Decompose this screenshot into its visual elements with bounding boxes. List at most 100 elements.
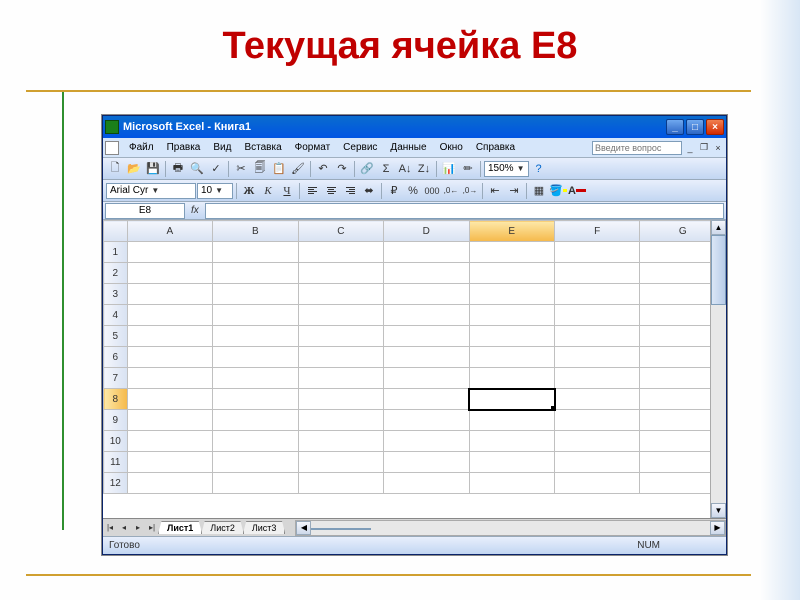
menu-help[interactable]: Справка [470, 140, 521, 155]
increase-decimal-icon[interactable]: ,0← [442, 182, 460, 200]
cell-F3[interactable] [555, 284, 640, 305]
align-left-icon[interactable] [303, 182, 321, 200]
drawing-icon[interactable]: ✏ [459, 160, 477, 178]
cell-A11[interactable] [127, 452, 212, 473]
cell-C1[interactable] [298, 242, 383, 263]
cell-B2[interactable] [213, 263, 298, 284]
print-preview-icon[interactable]: 🔍 [188, 160, 206, 178]
column-header-A[interactable]: A [127, 221, 212, 242]
mdi-restore-button[interactable]: ❐ [698, 142, 710, 154]
percent-icon[interactable]: % [404, 182, 422, 200]
sort-asc-icon[interactable]: A↓ [396, 160, 414, 178]
autosum-icon[interactable]: Σ [377, 160, 395, 178]
help-icon[interactable]: ? [530, 160, 548, 178]
cell-F12[interactable] [555, 473, 640, 494]
cell-F4[interactable] [555, 305, 640, 326]
cell-B4[interactable] [213, 305, 298, 326]
cell-E5[interactable] [469, 326, 554, 347]
borders-icon[interactable]: ▦ [530, 182, 548, 200]
redo-icon[interactable]: ↷ [333, 160, 351, 178]
vertical-scrollbar[interactable]: ▲ ▼ [710, 220, 726, 518]
column-header-C[interactable]: C [298, 221, 383, 242]
cell-E1[interactable] [469, 242, 554, 263]
cut-icon[interactable]: ✂ [232, 160, 250, 178]
cell-C8[interactable] [298, 389, 383, 410]
increase-indent-icon[interactable]: ⇥ [505, 182, 523, 200]
menu-file[interactable]: Файл [123, 140, 160, 155]
close-button[interactable]: × [706, 119, 724, 135]
bold-button[interactable]: Ж [240, 182, 258, 200]
scroll-right-arrow-icon[interactable]: ▶ [710, 521, 725, 535]
cell-F9[interactable] [555, 410, 640, 431]
underline-button[interactable]: Ч [278, 182, 296, 200]
cell-B6[interactable] [213, 347, 298, 368]
tab-nav-next-icon[interactable]: ▸ [131, 520, 145, 536]
menu-insert[interactable]: Вставка [238, 140, 287, 155]
tab-nav-first-icon[interactable]: |◂ [103, 520, 117, 536]
cell-A1[interactable] [127, 242, 212, 263]
cell-A6[interactable] [127, 347, 212, 368]
cell-B10[interactable] [213, 431, 298, 452]
cell-A12[interactable] [127, 473, 212, 494]
scroll-up-arrow-icon[interactable]: ▲ [711, 220, 726, 235]
cell-C9[interactable] [298, 410, 383, 431]
horizontal-scroll-thumb[interactable] [311, 528, 371, 530]
font-color-icon[interactable]: A [568, 182, 586, 200]
row-header-9[interactable]: 9 [104, 410, 128, 431]
help-search-input[interactable] [592, 141, 682, 155]
sheet-tab-2[interactable]: Лист2 [201, 521, 244, 534]
font-name-combo[interactable]: Arial Cyr▼ [106, 183, 196, 199]
cell-B8[interactable] [213, 389, 298, 410]
currency-icon[interactable]: ₽ [385, 182, 403, 200]
row-header-8[interactable]: 8 [104, 389, 128, 410]
cell-B1[interactable] [213, 242, 298, 263]
row-header-4[interactable]: 4 [104, 305, 128, 326]
cell-E6[interactable] [469, 347, 554, 368]
cell-A5[interactable] [127, 326, 212, 347]
align-right-icon[interactable] [341, 182, 359, 200]
cell-B3[interactable] [213, 284, 298, 305]
cell-F6[interactable] [555, 347, 640, 368]
cell-C10[interactable] [298, 431, 383, 452]
row-header-7[interactable]: 7 [104, 368, 128, 389]
cell-C2[interactable] [298, 263, 383, 284]
copy-icon[interactable]: 🗐 [251, 160, 269, 178]
cell-D10[interactable] [384, 431, 469, 452]
cell-D12[interactable] [384, 473, 469, 494]
cell-E11[interactable] [469, 452, 554, 473]
tab-nav-last-icon[interactable]: ▸| [145, 520, 159, 536]
row-header-12[interactable]: 12 [104, 473, 128, 494]
hyperlink-icon[interactable]: 🔗 [358, 160, 376, 178]
merge-center-icon[interactable]: ⬌ [360, 182, 378, 200]
format-painter-icon[interactable]: 🖌 [289, 160, 307, 178]
cell-E4[interactable] [469, 305, 554, 326]
align-center-icon[interactable] [322, 182, 340, 200]
row-header-6[interactable]: 6 [104, 347, 128, 368]
italic-button[interactable]: К [259, 182, 277, 200]
horizontal-scrollbar[interactable]: ◀ ▶ [295, 520, 726, 536]
decrease-indent-icon[interactable]: ⇤ [486, 182, 504, 200]
cell-E8[interactable] [469, 389, 554, 410]
cell-B12[interactable] [213, 473, 298, 494]
cell-F2[interactable] [555, 263, 640, 284]
column-header-D[interactable]: D [384, 221, 469, 242]
cell-E7[interactable] [469, 368, 554, 389]
mdi-minimize-button[interactable]: _ [684, 142, 696, 154]
font-size-combo[interactable]: 10▼ [197, 183, 233, 199]
menu-tools[interactable]: Сервис [337, 140, 383, 155]
column-header-E[interactable]: E [469, 221, 554, 242]
cell-D6[interactable] [384, 347, 469, 368]
cell-B5[interactable] [213, 326, 298, 347]
cell-D1[interactable] [384, 242, 469, 263]
comma-style-icon[interactable]: 000 [423, 182, 441, 200]
chart-wizard-icon[interactable]: 📊 [440, 160, 458, 178]
cell-D11[interactable] [384, 452, 469, 473]
cell-C5[interactable] [298, 326, 383, 347]
cell-F10[interactable] [555, 431, 640, 452]
maximize-button[interactable]: □ [686, 119, 704, 135]
paste-icon[interactable]: 📋 [270, 160, 288, 178]
cell-A10[interactable] [127, 431, 212, 452]
cell-F1[interactable] [555, 242, 640, 263]
sheet-tab-3[interactable]: Лист3 [243, 521, 286, 534]
cell-A4[interactable] [127, 305, 212, 326]
